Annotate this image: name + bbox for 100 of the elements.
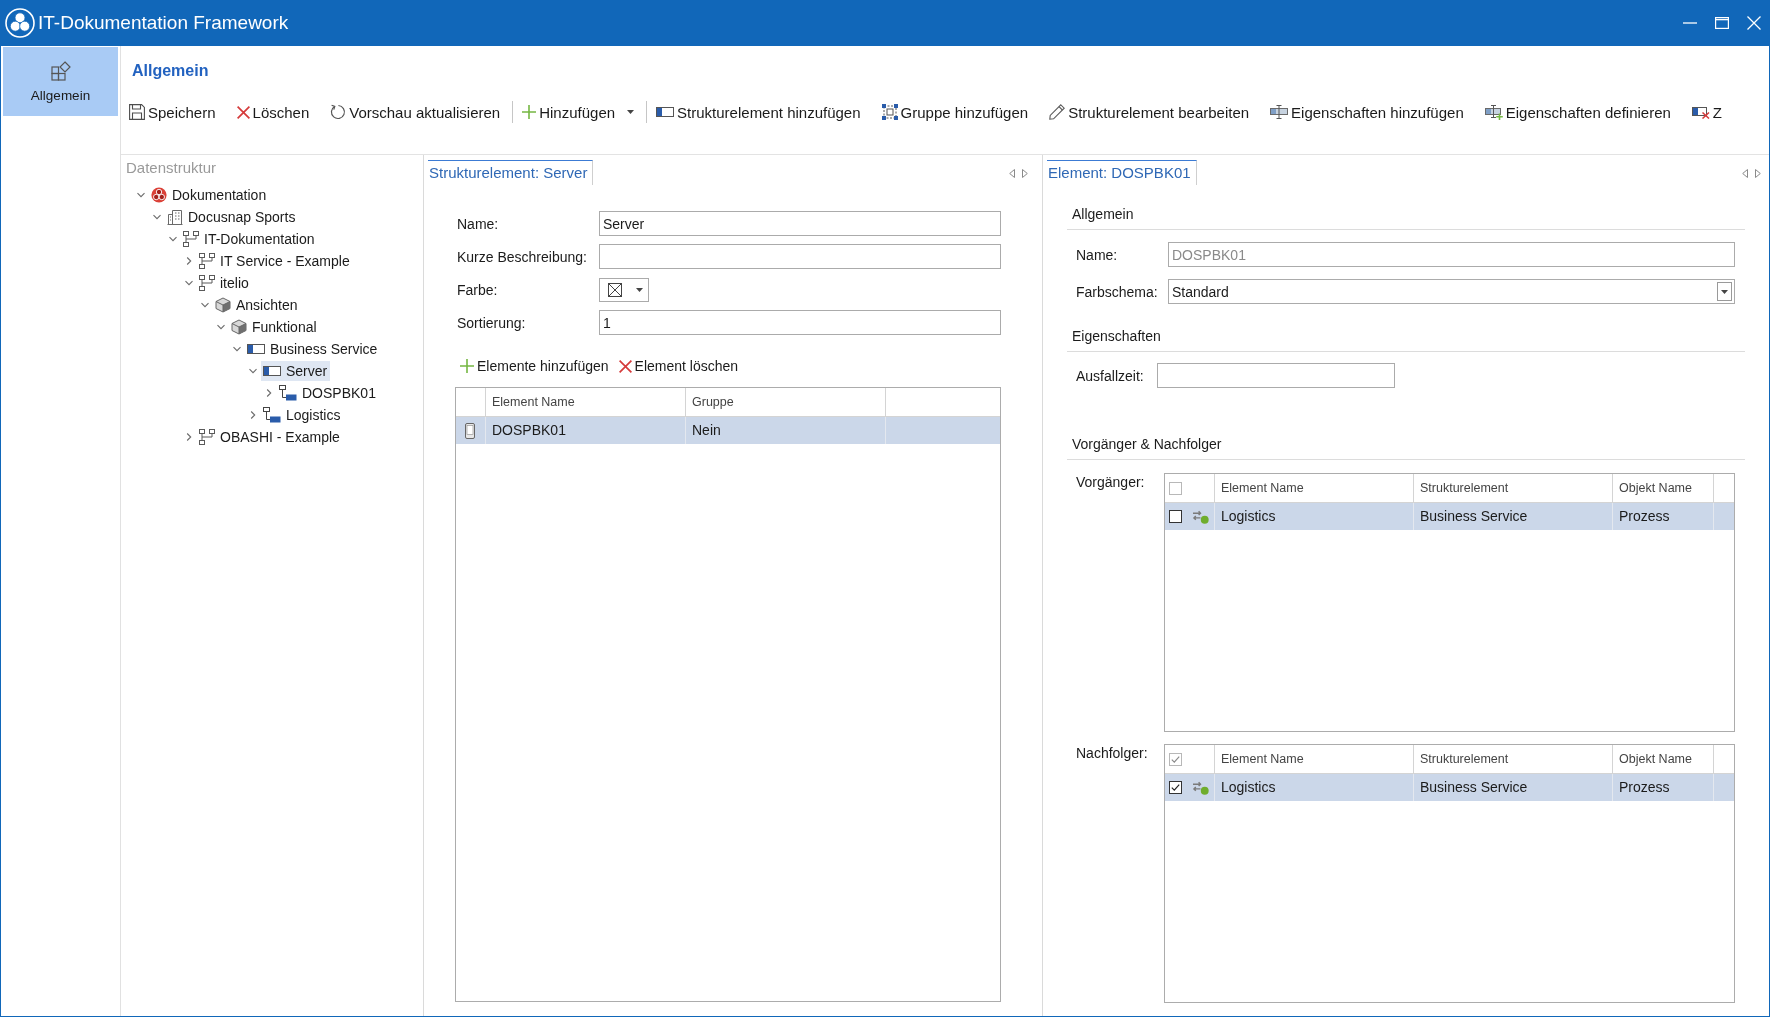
checkbox[interactable] [1169,510,1182,523]
field-label: Name: [1076,246,1119,263]
pane-title: Datenstruktur [126,159,217,177]
column-header[interactable]: Gruppe [686,388,886,416]
tree-item[interactable]: OBASHI - Example [197,427,343,447]
chevron-down-icon[interactable] [152,212,162,222]
hierarchy-icon [183,231,199,247]
mobile-device-icon [465,422,475,439]
close-icon [1747,16,1761,30]
tree-item[interactable]: itelio [197,273,252,293]
checkbox[interactable] [1169,752,1182,766]
section-title: Vorgänger & Nachfolger [1072,436,1222,452]
three-circles-icon [151,187,167,203]
plus-icon [460,359,474,373]
field-label: Farbschema: [1076,283,1159,300]
dashed-square-icon [881,104,898,120]
chevron-down-icon[interactable] [184,278,194,288]
triangle-left-icon[interactable] [1742,168,1748,178]
add-elements-button[interactable]: Elemente hinzufügen [460,358,609,374]
field-label: Nachfolger: [1076,744,1149,762]
tree-item[interactable]: Server [261,361,331,381]
chevron-down-icon[interactable] [200,300,210,310]
column-header[interactable]: Objekt Name [1613,474,1714,502]
field-label: Kurze Beschreibung: [457,248,588,265]
refresh-preview-button[interactable]: Vorschau aktualisieren [328,98,503,126]
add-button[interactable]: Hinzufügen [520,98,637,126]
caret-icon[interactable] [627,110,635,114]
column-header[interactable]: Element Name [1215,745,1414,773]
text-field[interactable] [599,244,1001,269]
checkbox[interactable] [1169,781,1182,794]
tree-item[interactable]: IT-Dokumentation [181,229,318,249]
table-cell: Logistics [1215,503,1414,530]
dropdown[interactable]: Standard [1168,279,1735,304]
add-structure-element-button[interactable]: Strukturelement hinzufügen [654,98,863,126]
building-icon [167,209,183,225]
text-field[interactable]: 1 [599,310,1001,335]
nav-tile[interactable]: Allgemein [3,47,118,116]
bar-rectangle-cross-icon [1691,105,1710,119]
triangle-left-icon[interactable] [1009,168,1015,178]
chevron-right-icon[interactable] [248,410,258,420]
chevron-right-icon[interactable] [184,432,194,442]
text-field[interactable]: Server [599,211,1001,236]
chevron-down-icon[interactable] [136,190,146,200]
text-field[interactable] [1157,363,1395,388]
chevron-right-icon[interactable] [264,388,274,398]
checkbox[interactable] [1169,481,1182,495]
column-header[interactable]: Strukturelement [1414,474,1613,502]
field-label: Name: [457,215,500,232]
tree-item[interactable]: DOSPBK01 [277,383,379,403]
table-cell: Business Service [1414,503,1613,530]
table-row[interactable]: DOSPBK01 Nein [456,417,1000,444]
tree-item[interactable]: Business Service [245,339,381,359]
delete-button[interactable]: Löschen [234,98,312,126]
triangle-right-icon[interactable] [1022,168,1028,178]
column-header[interactable]: Element Name [1215,474,1414,502]
tree-item[interactable]: Ansichten [213,295,301,315]
section-title: Eigenschaften [1072,328,1161,344]
table-cell: Logistics [1215,774,1414,801]
arrows-dot-icon [1192,509,1209,524]
tree-item[interactable]: Logistics [261,405,344,425]
column-header[interactable]: Strukturelement [1414,745,1613,773]
tree-item[interactable]: Funktional [229,317,320,337]
cube-icon [215,297,231,313]
table-row[interactable]: Logistics Business Service Prozess [1165,503,1734,530]
add-properties-button[interactable]: Eigenschaften hinzufügen [1268,98,1466,126]
define-properties-button[interactable]: Eigenschaften definieren [1482,98,1673,126]
tree-item[interactable]: Dokumentation [149,185,270,205]
hierarchy-icon [199,429,215,445]
column-header[interactable]: Element Name [486,388,686,416]
dropdown-button[interactable] [1717,282,1732,301]
delete-element-button[interactable]: Element löschen [618,358,739,374]
panel-tab[interactable]: Element: DOSPBK01 [1047,160,1197,185]
panel-tab[interactable]: Strukturelement: Server [428,160,594,185]
edit-structure-element-button[interactable]: Strukturelement bearbeiten [1047,98,1252,126]
triangle-right-icon[interactable] [1755,168,1761,178]
table-row[interactable]: Logistics Business Service Prozess [1165,774,1734,801]
field-label: Sortierung: [457,314,527,331]
chevron-down-icon[interactable] [168,234,178,244]
connector-bar-icon [263,407,281,423]
save-button[interactable]: Speichern [127,98,218,126]
add-group-button[interactable]: Gruppe hinzufügen [879,98,1031,126]
table-cell: Prozess [1613,774,1714,801]
field-label: Ausfallzeit: [1076,367,1145,384]
chevron-down-icon[interactable] [216,322,226,332]
chevron-down-icon[interactable] [248,366,258,376]
table-cell: DOSPBK01 [486,417,686,444]
cross-icon [236,105,250,119]
squares-diamond-icon [50,60,71,81]
column-header[interactable]: Objekt Name [1613,745,1714,773]
chevron-right-icon[interactable] [184,256,194,266]
bar-rectangle-icon [263,366,281,376]
section-title: Allgemein [1072,206,1134,222]
tree-item[interactable]: IT Service - Example [197,251,353,271]
tree-item[interactable]: Docusnap Sports [165,207,299,227]
cube-icon [231,319,247,335]
connector-bar-icon [279,385,297,401]
chevron-down-icon[interactable] [232,344,242,354]
field-label: Vorgänger: [1076,473,1146,491]
color-dropdown[interactable] [599,277,649,302]
toolbar-button[interactable]: Z [1689,98,1725,126]
